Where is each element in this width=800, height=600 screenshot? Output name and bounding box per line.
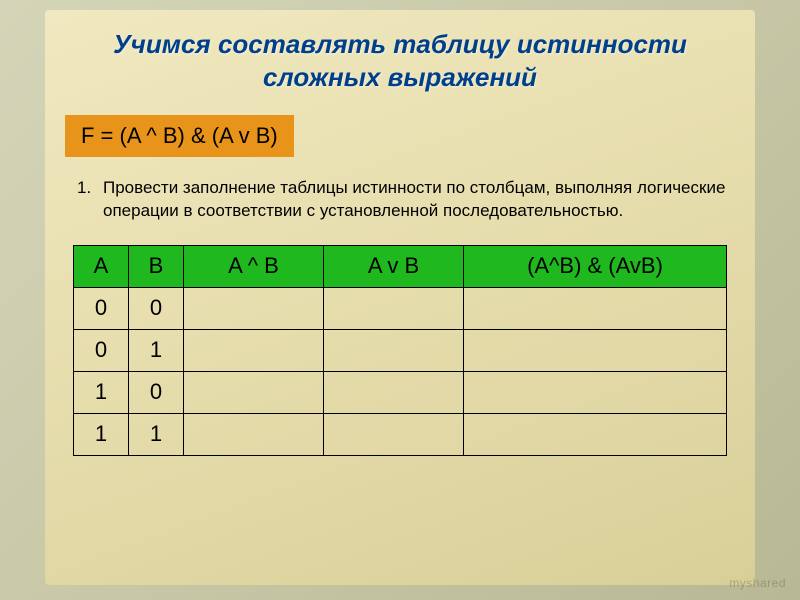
formula-text: F = (A ^ B) & (A v B) <box>81 123 278 148</box>
cell <box>464 329 727 371</box>
cell: 1 <box>129 329 184 371</box>
table-row: 0 1 <box>74 329 727 371</box>
cell <box>324 287 464 329</box>
title-line-1: Учимся составлять таблицу истинности <box>113 29 687 59</box>
slide-title: Учимся составлять таблицу истинности сло… <box>73 28 727 93</box>
cell: 0 <box>74 329 129 371</box>
cell <box>324 413 464 455</box>
table-row: 1 1 <box>74 413 727 455</box>
cell <box>324 329 464 371</box>
cell: 0 <box>129 371 184 413</box>
table-row: 0 0 <box>74 287 727 329</box>
cell <box>184 371 324 413</box>
table-row: 1 0 <box>74 371 727 413</box>
cell <box>184 287 324 329</box>
instruction-text: Провести заполнение таблицы истинности п… <box>103 177 727 223</box>
cell: 1 <box>74 371 129 413</box>
cell <box>324 371 464 413</box>
instruction-number: 1. <box>77 177 95 223</box>
cell: 0 <box>129 287 184 329</box>
cell: 0 <box>74 287 129 329</box>
header-a-or-b: A v B <box>324 245 464 287</box>
header-a-and-b: A ^ B <box>184 245 324 287</box>
watermark: myshared <box>729 576 786 590</box>
cell: 1 <box>74 413 129 455</box>
formula-box: F = (A ^ B) & (A v B) <box>65 115 294 157</box>
cell <box>184 413 324 455</box>
cell: 1 <box>129 413 184 455</box>
table-header-row: A B A ^ B A v B (A^B) & (AvB) <box>74 245 727 287</box>
title-line-2: сложных выражений <box>263 62 537 92</box>
instruction: 1. Провести заполнение таблицы истинност… <box>77 177 727 223</box>
cell <box>464 287 727 329</box>
slide-container: Учимся составлять таблицу истинности сло… <box>45 10 755 585</box>
header-b: B <box>129 245 184 287</box>
cell <box>184 329 324 371</box>
truth-table: A B A ^ B A v B (A^B) & (AvB) 0 0 0 1 <box>73 245 727 456</box>
header-a: A <box>74 245 129 287</box>
header-result: (A^B) & (AvB) <box>464 245 727 287</box>
cell <box>464 413 727 455</box>
cell <box>464 371 727 413</box>
